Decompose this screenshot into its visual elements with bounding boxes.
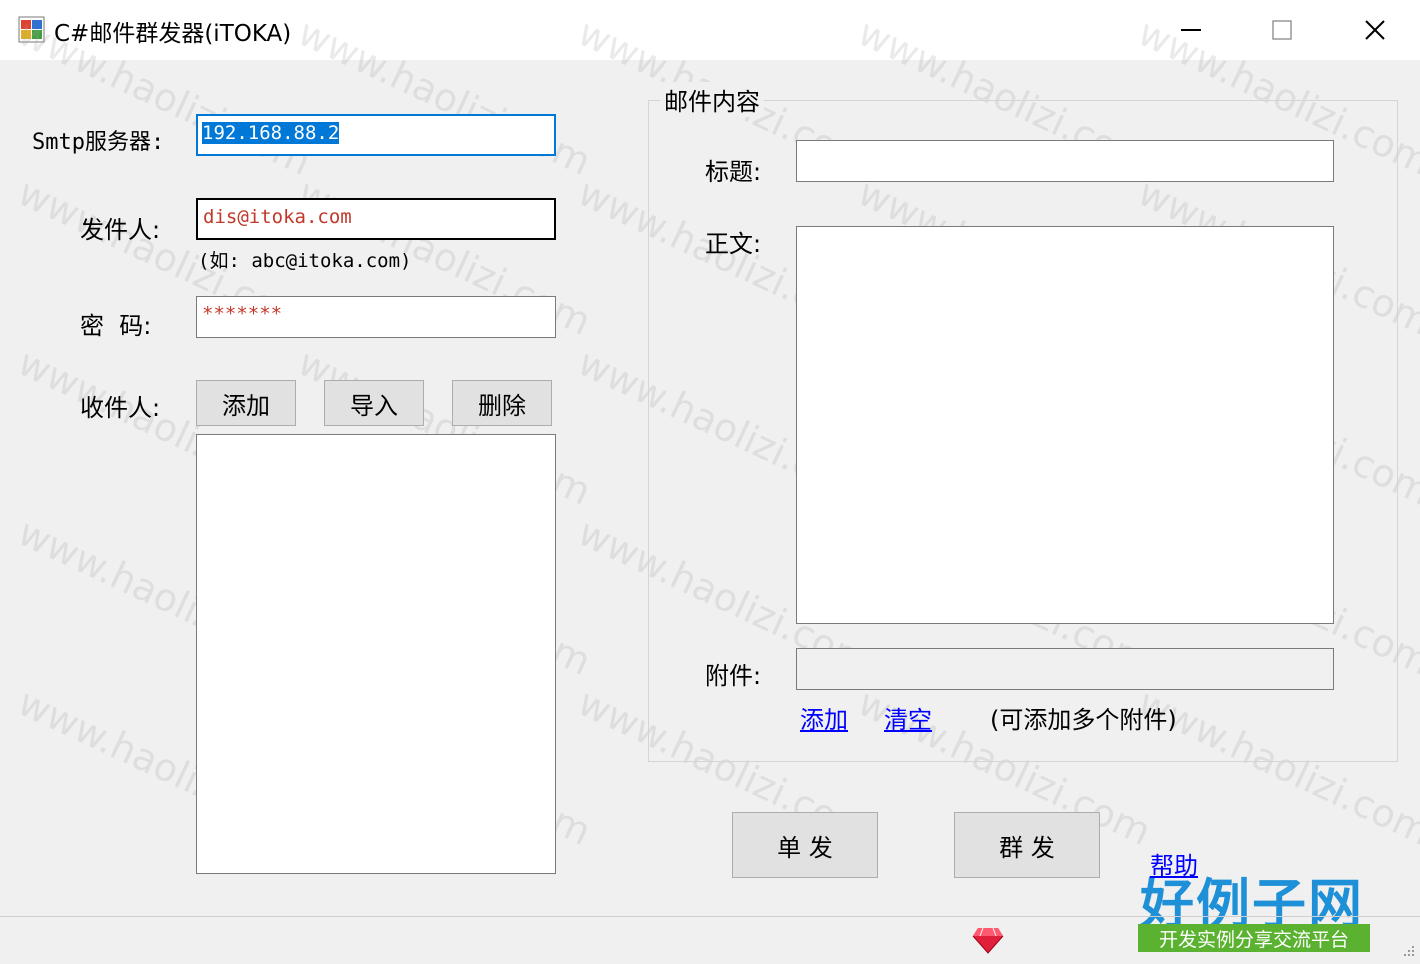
body-textarea[interactable] <box>796 226 1334 624</box>
import-recipients-button[interactable]: 导入 <box>324 380 424 426</box>
add-recipient-button[interactable]: 添加 <box>196 380 296 426</box>
status-separator <box>0 916 1420 917</box>
gem-icon <box>972 927 1004 954</box>
smtp-server-value: 192.168.88.2 <box>202 122 340 144</box>
recipients-list[interactable] <box>196 434 556 874</box>
clear-attachments-link[interactable]: 清空 <box>884 700 932 735</box>
help-link[interactable]: 帮助 <box>1150 846 1198 881</box>
password-label: 密 码: <box>80 312 152 340</box>
smtp-label: Smtp服务器: <box>32 130 165 155</box>
smtp-server-input[interactable]: 192.168.88.2 <box>196 114 556 156</box>
sender-email-value: dis@itoka.com <box>203 206 352 228</box>
sender-hint: (如: abc@itoka.com) <box>198 250 412 272</box>
single-send-button[interactable]: 单 发 <box>732 812 878 878</box>
sender-label: 发件人: <box>80 216 161 244</box>
close-icon <box>1365 20 1385 40</box>
attachment-label: 附件: <box>705 662 762 690</box>
resize-grip-icon[interactable] <box>1402 944 1416 958</box>
body-label: 正文: <box>705 230 762 258</box>
subject-label: 标题: <box>705 158 762 186</box>
close-button[interactable] <box>1330 0 1420 60</box>
client-area: www.haolizi.com www.haolizi.com www.haol… <box>0 10 1420 964</box>
delete-recipient-button[interactable]: 删除 <box>452 380 552 426</box>
subject-input[interactable] <box>796 140 1334 182</box>
add-attachment-link[interactable]: 添加 <box>800 700 848 735</box>
attachment-input[interactable] <box>796 648 1334 690</box>
password-input[interactable]: ******* <box>196 296 556 338</box>
attachment-hint: (可添加多个附件) <box>990 706 1177 734</box>
minimize-button[interactable] <box>1146 0 1236 60</box>
recipients-label: 收件人: <box>80 394 161 422</box>
minimize-icon <box>1181 29 1201 31</box>
maximize-button[interactable] <box>1237 0 1327 60</box>
sender-email-input[interactable]: dis@itoka.com <box>196 198 556 240</box>
maximize-icon <box>1272 20 1292 40</box>
haolizi-logo-tagline: 开发实例分享交流平台 <box>1138 924 1370 952</box>
group-send-button[interactable]: 群 发 <box>954 812 1100 878</box>
title-bar: C#邮件群发器(iTOKA) <box>0 0 1420 60</box>
app-icon <box>18 16 45 43</box>
mail-content-group-title: 邮件内容 <box>660 82 764 117</box>
password-value: ******* <box>202 303 283 325</box>
window-title: C#邮件群发器(iTOKA) <box>54 21 292 47</box>
